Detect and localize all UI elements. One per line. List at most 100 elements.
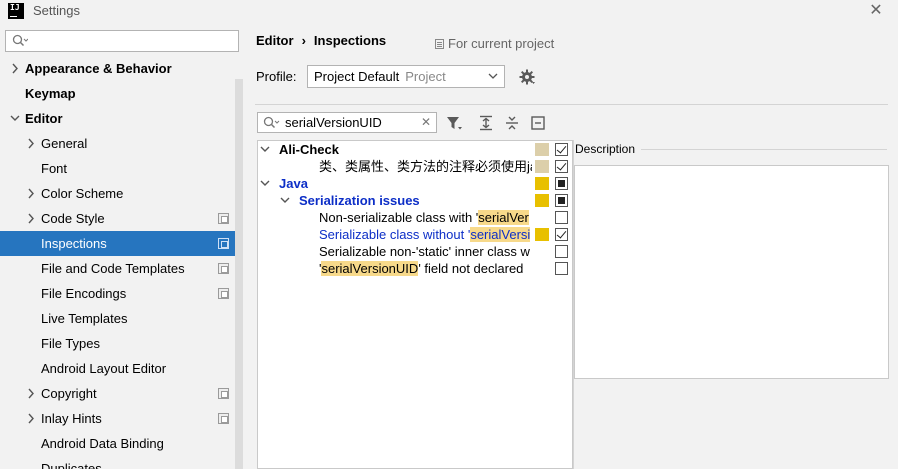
inspection-enabled-checkbox[interactable] [555, 228, 568, 241]
reset-to-empty-icon[interactable] [529, 114, 547, 132]
intellij-app-icon: IJ [8, 3, 24, 19]
sidebar-item-file-and-code-templates[interactable]: File and Code Templates [0, 256, 235, 281]
description-title: Description [575, 142, 636, 156]
profile-scope: Project [405, 69, 446, 84]
for-current-project-label: For current project [448, 36, 555, 51]
sidebar-item-label: Android Data Binding [41, 436, 164, 451]
sidebar-item-copyright[interactable]: Copyright [0, 381, 235, 406]
inspection-row[interactable]: Ali-Check [258, 141, 572, 158]
inspection-label: Java [279, 175, 532, 192]
inspection-row[interactable]: 'serialVersionUID' field not declared [258, 260, 572, 277]
settings-search-field[interactable] [5, 30, 239, 52]
project-scope-icon [218, 413, 229, 424]
inspection-label-text: Ali-Check [279, 142, 339, 157]
inspection-label: Non-serializable class with 'serialVer [319, 209, 532, 226]
inspection-filter-input[interactable] [285, 114, 420, 131]
sidebar-item-file-types[interactable]: File Types [0, 331, 235, 356]
inspection-label-text: 类、类属性、类方法的注释必须使用javado [319, 159, 532, 174]
collapse-all-icon[interactable] [503, 114, 521, 132]
sidebar-item-code-style[interactable]: Code Style [0, 206, 235, 231]
search-match-highlight: serialVersionUID [321, 261, 419, 276]
close-icon[interactable]: ✕ [864, 0, 888, 22]
sidebar-item-label: File Encodings [41, 286, 127, 301]
description-separator [641, 149, 887, 150]
sidebar-item-label: Live Templates [41, 311, 128, 326]
inspection-label: Serializable non-'static' inner class w [319, 243, 532, 260]
inspection-enabled-checkbox[interactable] [555, 211, 568, 224]
breadcrumb-inspections: Inspections [313, 33, 387, 48]
inspection-row[interactable]: Serializable class without 'serialVersi [258, 226, 572, 243]
sidebar-item-label: Color Scheme [41, 186, 124, 201]
sidebar-item-file-encodings[interactable]: File Encodings [0, 281, 235, 306]
inspection-row[interactable]: Serialization issues [258, 192, 572, 209]
gear-icon[interactable] [518, 68, 536, 86]
sidebar-item-label: Android Layout Editor [41, 361, 167, 376]
inspection-enabled-checkbox[interactable] [555, 194, 568, 207]
inspection-filter-field[interactable]: ✕ [257, 112, 437, 133]
inspection-label: Serializable class without 'serialVersi [319, 226, 532, 243]
sidebar-item-live-templates[interactable]: Live Templates [0, 306, 235, 331]
project-scope-icon [218, 288, 229, 299]
inspection-enabled-checkbox[interactable] [555, 160, 568, 173]
inspection-label: Ali-Check [279, 141, 532, 158]
severity-indicator [535, 194, 549, 207]
sidebar-item-label: Inspections [41, 236, 107, 251]
sidebar-item-label: Code Style [41, 211, 105, 226]
sidebar-item-inspections[interactable]: Inspections [0, 231, 235, 256]
inspection-row[interactable]: 类、类属性、类方法的注释必须使用javado [258, 158, 572, 175]
inspection-enabled-checkbox[interactable] [555, 245, 568, 258]
separator [255, 104, 888, 105]
inspection-row[interactable]: Non-serializable class with 'serialVer [258, 209, 572, 226]
description-box [574, 165, 889, 379]
settings-search-input[interactable] [32, 32, 232, 50]
sidebar-item-general[interactable]: General [0, 131, 235, 156]
inspection-row[interactable]: Java [258, 175, 572, 192]
inspection-label-text: Serializable non-'static' inner class w [319, 244, 530, 259]
filter-icon[interactable] [445, 114, 463, 132]
sidebar-item-label: Inlay Hints [41, 411, 102, 426]
search-icon [12, 34, 28, 47]
inspection-enabled-checkbox[interactable] [555, 143, 568, 156]
severity-indicator [535, 143, 549, 156]
project-icon [435, 39, 444, 49]
expand-all-icon[interactable] [477, 114, 495, 132]
severity-indicator [535, 177, 549, 190]
sidebar-item-label: General [41, 136, 88, 151]
inspection-enabled-checkbox[interactable] [555, 177, 568, 190]
chevron-down-icon [488, 66, 498, 95]
title-bar: IJ Settings ✕ [0, 0, 898, 24]
sidebar-item-editor[interactable]: Editor [0, 106, 235, 131]
clear-search-icon[interactable]: ✕ [418, 114, 434, 131]
profile-value: Project Default [314, 69, 400, 84]
inspection-row[interactable]: Serializable non-'static' inner class w [258, 243, 572, 260]
project-scope-icon [218, 238, 229, 249]
sidebar-item-duplicates[interactable]: Duplicates [0, 456, 235, 469]
project-scope-icon [218, 263, 229, 274]
sidebar-item-color-scheme[interactable]: Color Scheme [0, 181, 235, 206]
inspection-enabled-checkbox[interactable] [555, 262, 568, 275]
search-icon [263, 116, 280, 129]
sidebar-item-keymap[interactable]: Keymap [0, 81, 235, 106]
sidebar-scrollbar[interactable] [235, 79, 243, 469]
sidebar-item-android-layout-editor[interactable]: Android Layout Editor [0, 356, 235, 381]
search-match-highlight: serialVer [478, 210, 529, 225]
sidebar-item-android-data-binding[interactable]: Android Data Binding [0, 431, 235, 456]
sidebar-item-label: Keymap [25, 86, 76, 101]
severity-indicator [535, 228, 549, 241]
sidebar-item-label: Font [41, 161, 68, 176]
search-match-highlight: serialVersi [470, 227, 531, 242]
sidebar-item-label: Appearance & Behavior [25, 61, 172, 76]
breadcrumb: Editor › Inspections [256, 33, 386, 48]
window-title: Settings [33, 3, 80, 18]
profile-dropdown[interactable]: Project Default Project [307, 65, 505, 88]
inspection-label-text: Serialization issues [299, 193, 420, 208]
sidebar-item-label: Copyright [41, 386, 97, 401]
inspection-label: Serialization issues [299, 192, 532, 209]
sidebar-item-inlay-hints[interactable]: Inlay Hints [0, 406, 235, 431]
inspection-label-text: ' field not declared [418, 261, 524, 276]
inspection-label: 'serialVersionUID' field not declared [319, 260, 532, 277]
sidebar-item-appearance-behavior[interactable]: Appearance & Behavior [0, 56, 235, 81]
sidebar-item-font[interactable]: Font [0, 156, 235, 181]
settings-sidebar: Appearance & Behavior Keymap Editor General… [0, 24, 245, 469]
project-scope-icon [218, 213, 229, 224]
